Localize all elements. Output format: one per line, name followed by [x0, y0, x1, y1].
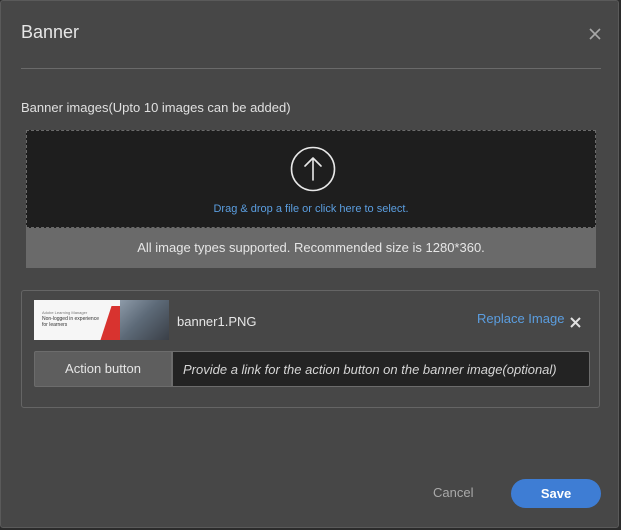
upload-arrow-icon	[290, 146, 336, 192]
image-dropzone[interactable]: Drag & drop a file or click here to sele…	[26, 130, 596, 228]
banner-dialog: Banner Banner images(Upto 10 images can …	[0, 0, 619, 528]
remove-image-icon[interactable]	[570, 315, 581, 328]
banner-thumbnail: Adobe Learning Manager Non-logged in exp…	[34, 300, 169, 340]
thumbnail-photo	[120, 300, 169, 340]
title-divider	[21, 68, 601, 69]
banner-filename: banner1.PNG	[177, 314, 257, 329]
close-icon[interactable]	[587, 26, 603, 42]
action-link-input[interactable]	[172, 351, 590, 387]
action-button-label: Action button	[34, 351, 172, 387]
cancel-button[interactable]: Cancel	[433, 485, 473, 500]
supported-types-note: All image types supported. Recommended s…	[26, 228, 596, 268]
save-button[interactable]: Save	[511, 479, 601, 508]
dialog-title: Banner	[21, 22, 80, 42]
thumbnail-caption: Adobe Learning Manager	[42, 310, 88, 315]
dropzone-text[interactable]: Drag & drop a file or click here to sele…	[27, 203, 595, 215]
banner-item-card: Adobe Learning Manager Non-logged in exp…	[21, 290, 600, 408]
replace-image-link[interactable]: Replace Image	[477, 311, 564, 326]
banner-images-label: Banner images(Upto 10 images can be adde…	[21, 100, 291, 115]
thumbnail-headline: Non-logged in experience for learners	[42, 316, 99, 328]
